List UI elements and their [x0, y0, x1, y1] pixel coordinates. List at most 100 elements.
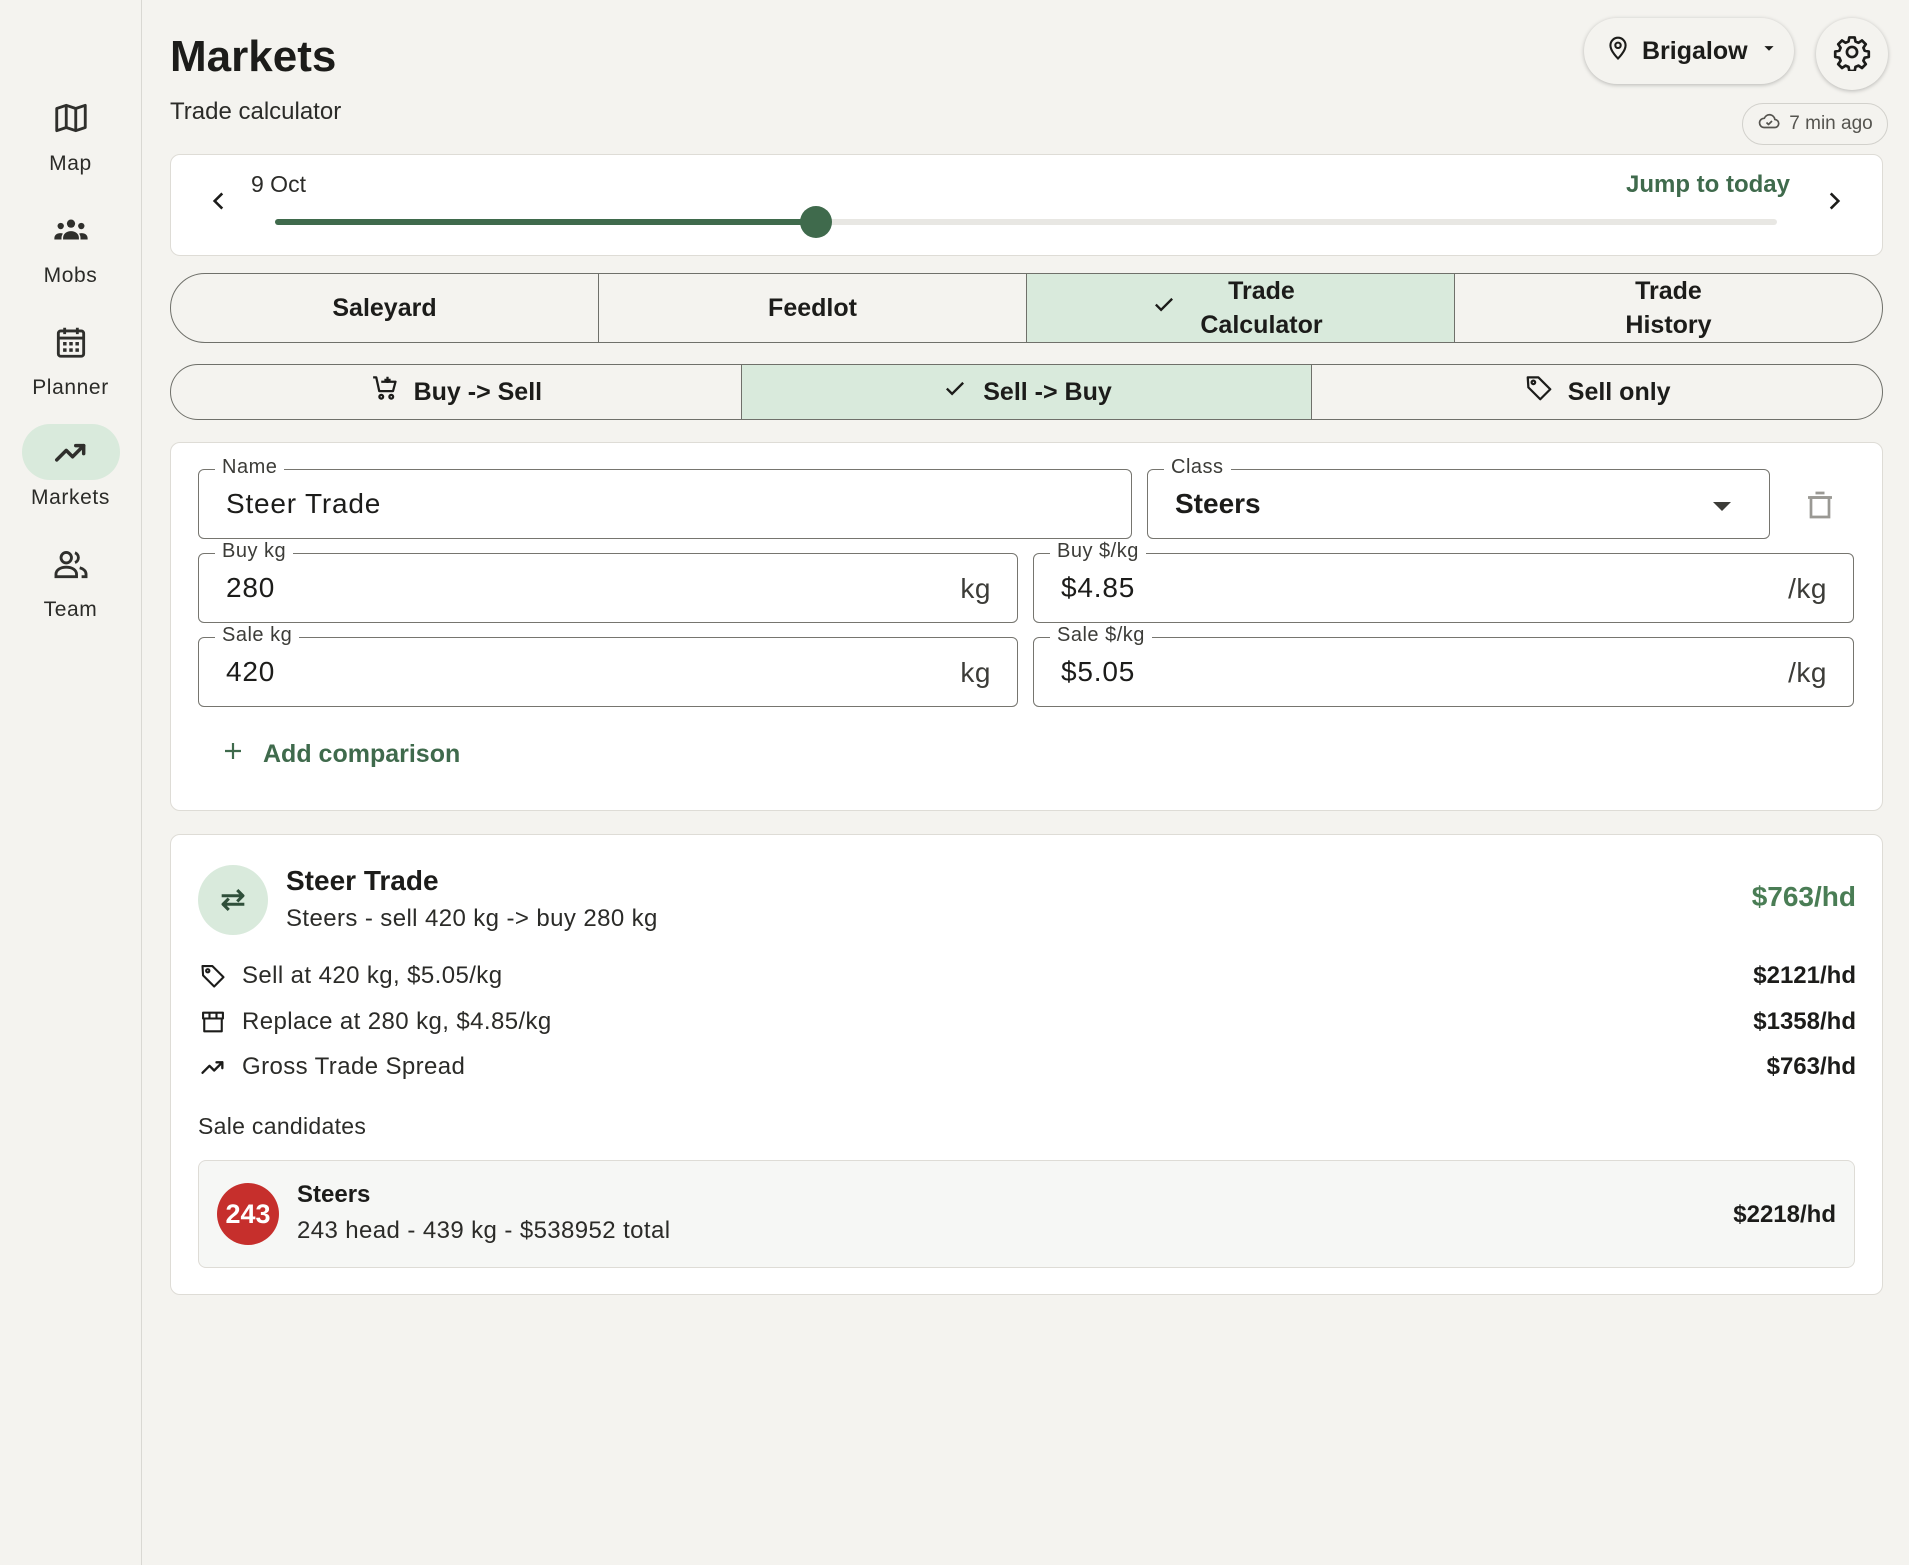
candidate-count-badge: 243 [217, 1183, 279, 1245]
sale-candidate-item[interactable]: 243 Steers 243 head - 439 kg - $538952 t… [198, 1160, 1855, 1268]
chevron-left-icon [206, 188, 232, 219]
sidebar: Map Mobs Planner Markets Team [0, 0, 142, 1565]
tag-icon [1524, 373, 1554, 412]
mode-buy-sell[interactable]: Buy -> Sell [171, 365, 741, 419]
mode-label: Buy -> Sell [413, 378, 543, 406]
sidebar-item-markets[interactable]: Markets [0, 424, 141, 524]
field-label: Class [1164, 456, 1231, 479]
sidebar-item-label: Markets [31, 486, 110, 509]
trade-total: $763/hd [1751, 881, 1856, 912]
buy-kg-field[interactable]: Buy kg 280 kg [198, 540, 1018, 623]
field-suffix: /kg [1788, 657, 1827, 688]
tab-trade-calculator[interactable]: Trade Calculator [1026, 274, 1454, 342]
check-icon [941, 374, 969, 411]
settings-button[interactable] [1816, 18, 1888, 90]
trade-title: Steer Trade [286, 865, 439, 896]
trade-mode-selector: Buy -> Sell Sell -> Buy Sell only [170, 364, 1883, 420]
field-suffix: kg [960, 657, 991, 688]
replace-line: Replace at 280 kg, $4.85/kg $1358/hd [198, 1005, 1856, 1039]
date-slider-track[interactable] [275, 206, 1777, 238]
selected-date-label: 9 Oct [251, 171, 306, 197]
name-input[interactable]: Steer Trade [226, 488, 381, 520]
calendar-icon [22, 314, 120, 370]
sync-status-badge: 7 min ago [1742, 103, 1888, 145]
groups-icon [22, 202, 120, 258]
plus-icon [221, 739, 245, 770]
sync-status-text: 7 min ago [1789, 113, 1873, 134]
swap-icon [198, 865, 268, 935]
buy-price-field[interactable]: Buy $/kg $4.85 /kg [1033, 540, 1854, 623]
sidebar-item-label: Planner [32, 376, 109, 399]
line-value: $2121/hd [1753, 962, 1856, 989]
cart-icon [370, 373, 400, 412]
sale-candidates-title: Sale candidates [198, 1113, 367, 1139]
trending-up-icon [21, 424, 120, 480]
tab-saleyard[interactable]: Saleyard [171, 274, 598, 342]
location-selector[interactable]: Brigalow [1584, 18, 1794, 84]
trade-form-card: Name Steer Trade Class Steers Buy kg 280… [170, 442, 1883, 811]
date-slider-card: 9 Oct Jump to today [170, 154, 1883, 256]
sidebar-item-mobs[interactable]: Mobs [0, 202, 141, 302]
location-label: Brigalow [1642, 36, 1748, 65]
trade-description: Steers - sell 420 kg -> buy 280 kg [286, 905, 658, 932]
tag-icon [198, 961, 228, 991]
line-label: Sell at 420 kg, $5.05/kg [242, 962, 503, 989]
sidebar-item-label: Mobs [43, 264, 98, 287]
buy-kg-input[interactable]: 280 [226, 572, 275, 604]
mode-label: Sell -> Buy [983, 378, 1112, 406]
store-icon [198, 1007, 228, 1037]
sidebar-item-map[interactable]: Map [0, 90, 141, 190]
field-suffix: /kg [1788, 573, 1827, 604]
name-field[interactable]: Name Steer Trade [198, 456, 1132, 539]
add-comparison-label: Add comparison [263, 740, 461, 768]
field-suffix: kg [960, 573, 991, 604]
date-slider-thumb[interactable] [799, 206, 832, 238]
field-label: Sale kg [215, 624, 300, 647]
tab-feedlot[interactable]: Feedlot [598, 274, 1026, 342]
mode-sell-buy[interactable]: Sell -> Buy [740, 365, 1312, 419]
people-icon [22, 536, 120, 592]
gear-icon [1833, 33, 1871, 76]
sidebar-item-label: Team [43, 598, 98, 621]
sidebar-item-team[interactable]: Team [0, 536, 141, 636]
mode-label: Sell only [1567, 378, 1671, 406]
tab-trade-history[interactable]: Trade History [1454, 274, 1882, 342]
location-pin-icon [1604, 34, 1632, 69]
date-slider-fill [275, 219, 816, 225]
trending-up-icon [198, 1052, 228, 1082]
previous-date-button[interactable] [197, 181, 241, 225]
candidate-value: $2218/hd [1733, 1201, 1836, 1228]
sale-price-field[interactable]: Sale $/kg $5.05 /kg [1033, 624, 1854, 707]
tab-label: Feedlot [768, 294, 857, 322]
line-value: $763/hd [1766, 1053, 1856, 1080]
candidate-description: 243 head - 439 kg - $538952 total [297, 1217, 671, 1244]
sale-kg-input[interactable]: 420 [226, 656, 275, 688]
field-label: Buy kg [215, 540, 294, 563]
page-subtitle: Trade calculator [170, 98, 342, 125]
class-select[interactable]: Class Steers [1147, 456, 1770, 539]
field-label: Sale $/kg [1050, 624, 1152, 647]
delete-button[interactable] [1794, 481, 1846, 533]
market-tabs: Saleyard Feedlot Trade Calculator Trade … [170, 273, 1883, 343]
tab-label: Trade History [1625, 277, 1712, 339]
trash-icon [1802, 487, 1838, 528]
map-icon [22, 90, 120, 146]
tab-label: Trade Calculator [1200, 277, 1323, 339]
chevron-down-icon [1758, 37, 1780, 66]
cloud-done-icon [1757, 109, 1781, 139]
sidebar-item-planner[interactable]: Planner [0, 314, 141, 414]
spread-line: Gross Trade Spread $763/hd [198, 1050, 1856, 1084]
sale-price-input[interactable]: $5.05 [1061, 656, 1135, 688]
line-label: Gross Trade Spread [242, 1053, 466, 1080]
mode-sell-only[interactable]: Sell only [1311, 365, 1882, 419]
add-comparison-button[interactable]: Add comparison [221, 739, 460, 770]
next-date-button[interactable] [1812, 181, 1856, 225]
sale-kg-field[interactable]: Sale kg 420 kg [198, 624, 1018, 707]
buy-price-input[interactable]: $4.85 [1061, 572, 1135, 604]
tab-label: Saleyard [332, 294, 437, 322]
field-label: Name [215, 456, 285, 479]
sidebar-item-label: Map [49, 152, 92, 175]
chevron-right-icon [1821, 188, 1847, 219]
jump-to-today-button[interactable]: Jump to today [1626, 171, 1790, 199]
candidate-name: Steers [297, 1181, 371, 1208]
